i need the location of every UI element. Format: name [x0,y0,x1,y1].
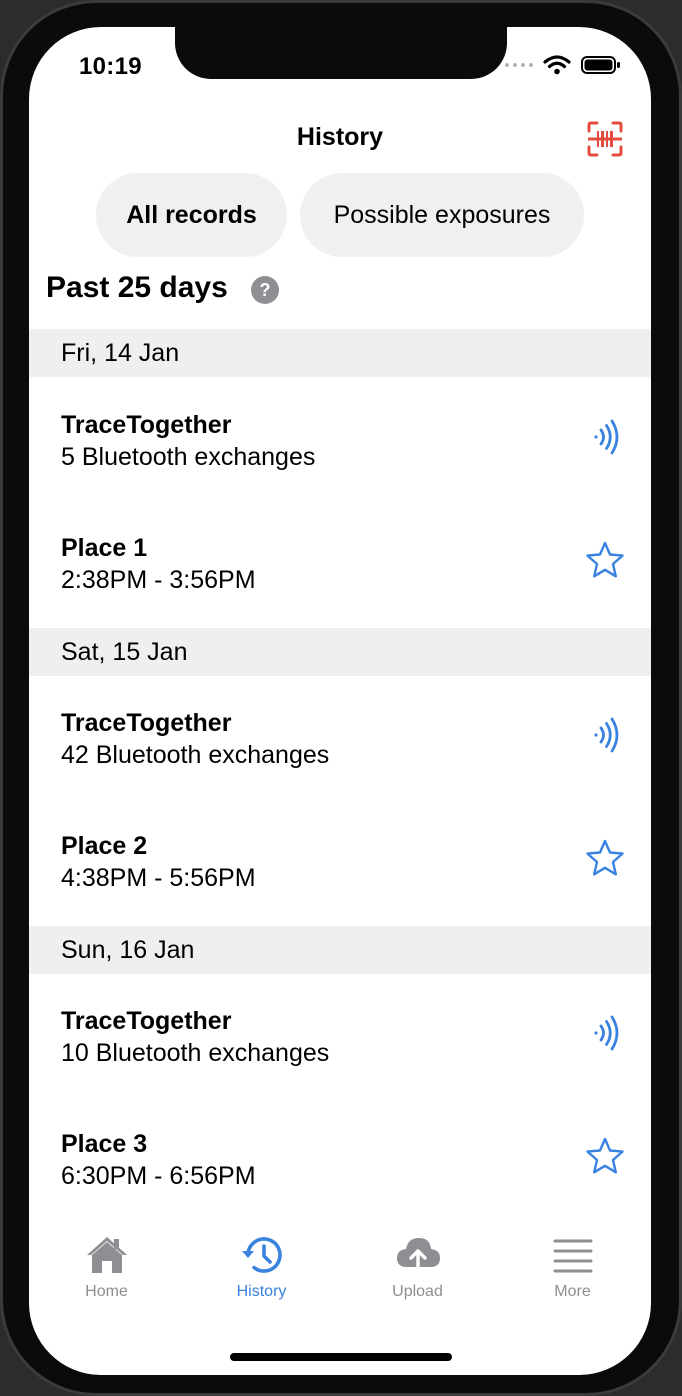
record-title: Place 1 [61,534,148,562]
tab-label: History [236,1283,287,1300]
menu-icon [553,1239,592,1273]
tab-possible-exposures[interactable]: Possible exposures [300,173,584,257]
tab-label: Home [85,1283,128,1300]
history-icon [241,1237,282,1273]
record-title: TraceTogether [61,709,232,737]
battery-icon [581,56,620,74]
record-subtitle: 42 Bluetooth exchanges [61,741,330,769]
tab-history[interactable]: History [184,1231,339,1301]
cellular-signal-icon [505,63,533,67]
cloud-upload-icon [396,1238,440,1273]
bluetooth-waves-icon [594,419,619,455]
status-icons [505,55,621,75]
star-icon[interactable] [585,838,625,878]
record-subtitle: 10 Bluetooth exchanges [61,1039,330,1067]
star-icon[interactable] [585,1136,625,1176]
page-title: History [296,123,384,151]
wifi-icon [543,55,571,75]
notch [175,27,507,79]
day-header: Sun, 16 Jan [29,926,651,974]
home-icon [86,1237,127,1273]
day-header: Fri, 14 Jan [29,329,651,377]
tab-label: Upload [392,1283,443,1300]
record-row[interactable]: Place 3 6:30PM - 6:56PM [29,1120,651,1240]
tab-bar: Home History Upload More [29,1231,651,1331]
barcode-scan-icon[interactable] [587,121,623,157]
tab-all-records[interactable]: All records [96,173,287,257]
record-row[interactable]: TraceTogether 10 Bluetooth exchanges [29,997,651,1117]
record-title: TraceTogether [61,411,232,439]
record-row[interactable]: Place 2 4:38PM - 5:56PM [29,822,651,942]
section-title: Past 25 days [46,271,228,304]
record-title: Place 3 [61,1130,148,1158]
tab-home[interactable]: Home [29,1231,184,1301]
record-title: Place 2 [61,832,148,860]
status-time: 10:19 [79,53,142,80]
tab-label: More [554,1283,591,1300]
record-subtitle: 2:38PM - 3:56PM [61,566,256,594]
phone-frame: 10:19 History All records Possible expos… [0,0,682,1396]
screen: 10:19 History All records Possible expos… [29,27,651,1375]
record-row[interactable]: TraceTogether 42 Bluetooth exchanges [29,699,651,819]
record-row[interactable]: TraceTogether 5 Bluetooth exchanges [29,401,651,521]
record-row[interactable]: Place 1 2:38PM - 3:56PM [29,524,651,644]
tab-more[interactable]: More [495,1231,650,1301]
help-icon[interactable]: ? [251,276,279,304]
bluetooth-waves-icon [594,717,619,753]
home-indicator [230,1353,452,1361]
day-header: Sat, 15 Jan [29,628,651,676]
star-icon[interactable] [585,540,625,580]
bluetooth-waves-icon [594,1015,619,1051]
record-subtitle: 5 Bluetooth exchanges [61,443,316,471]
record-subtitle: 6:30PM - 6:56PM [61,1162,256,1190]
record-subtitle: 4:38PM - 5:56PM [61,864,256,892]
tab-upload[interactable]: Upload [340,1231,495,1301]
record-title: TraceTogether [61,1007,232,1035]
